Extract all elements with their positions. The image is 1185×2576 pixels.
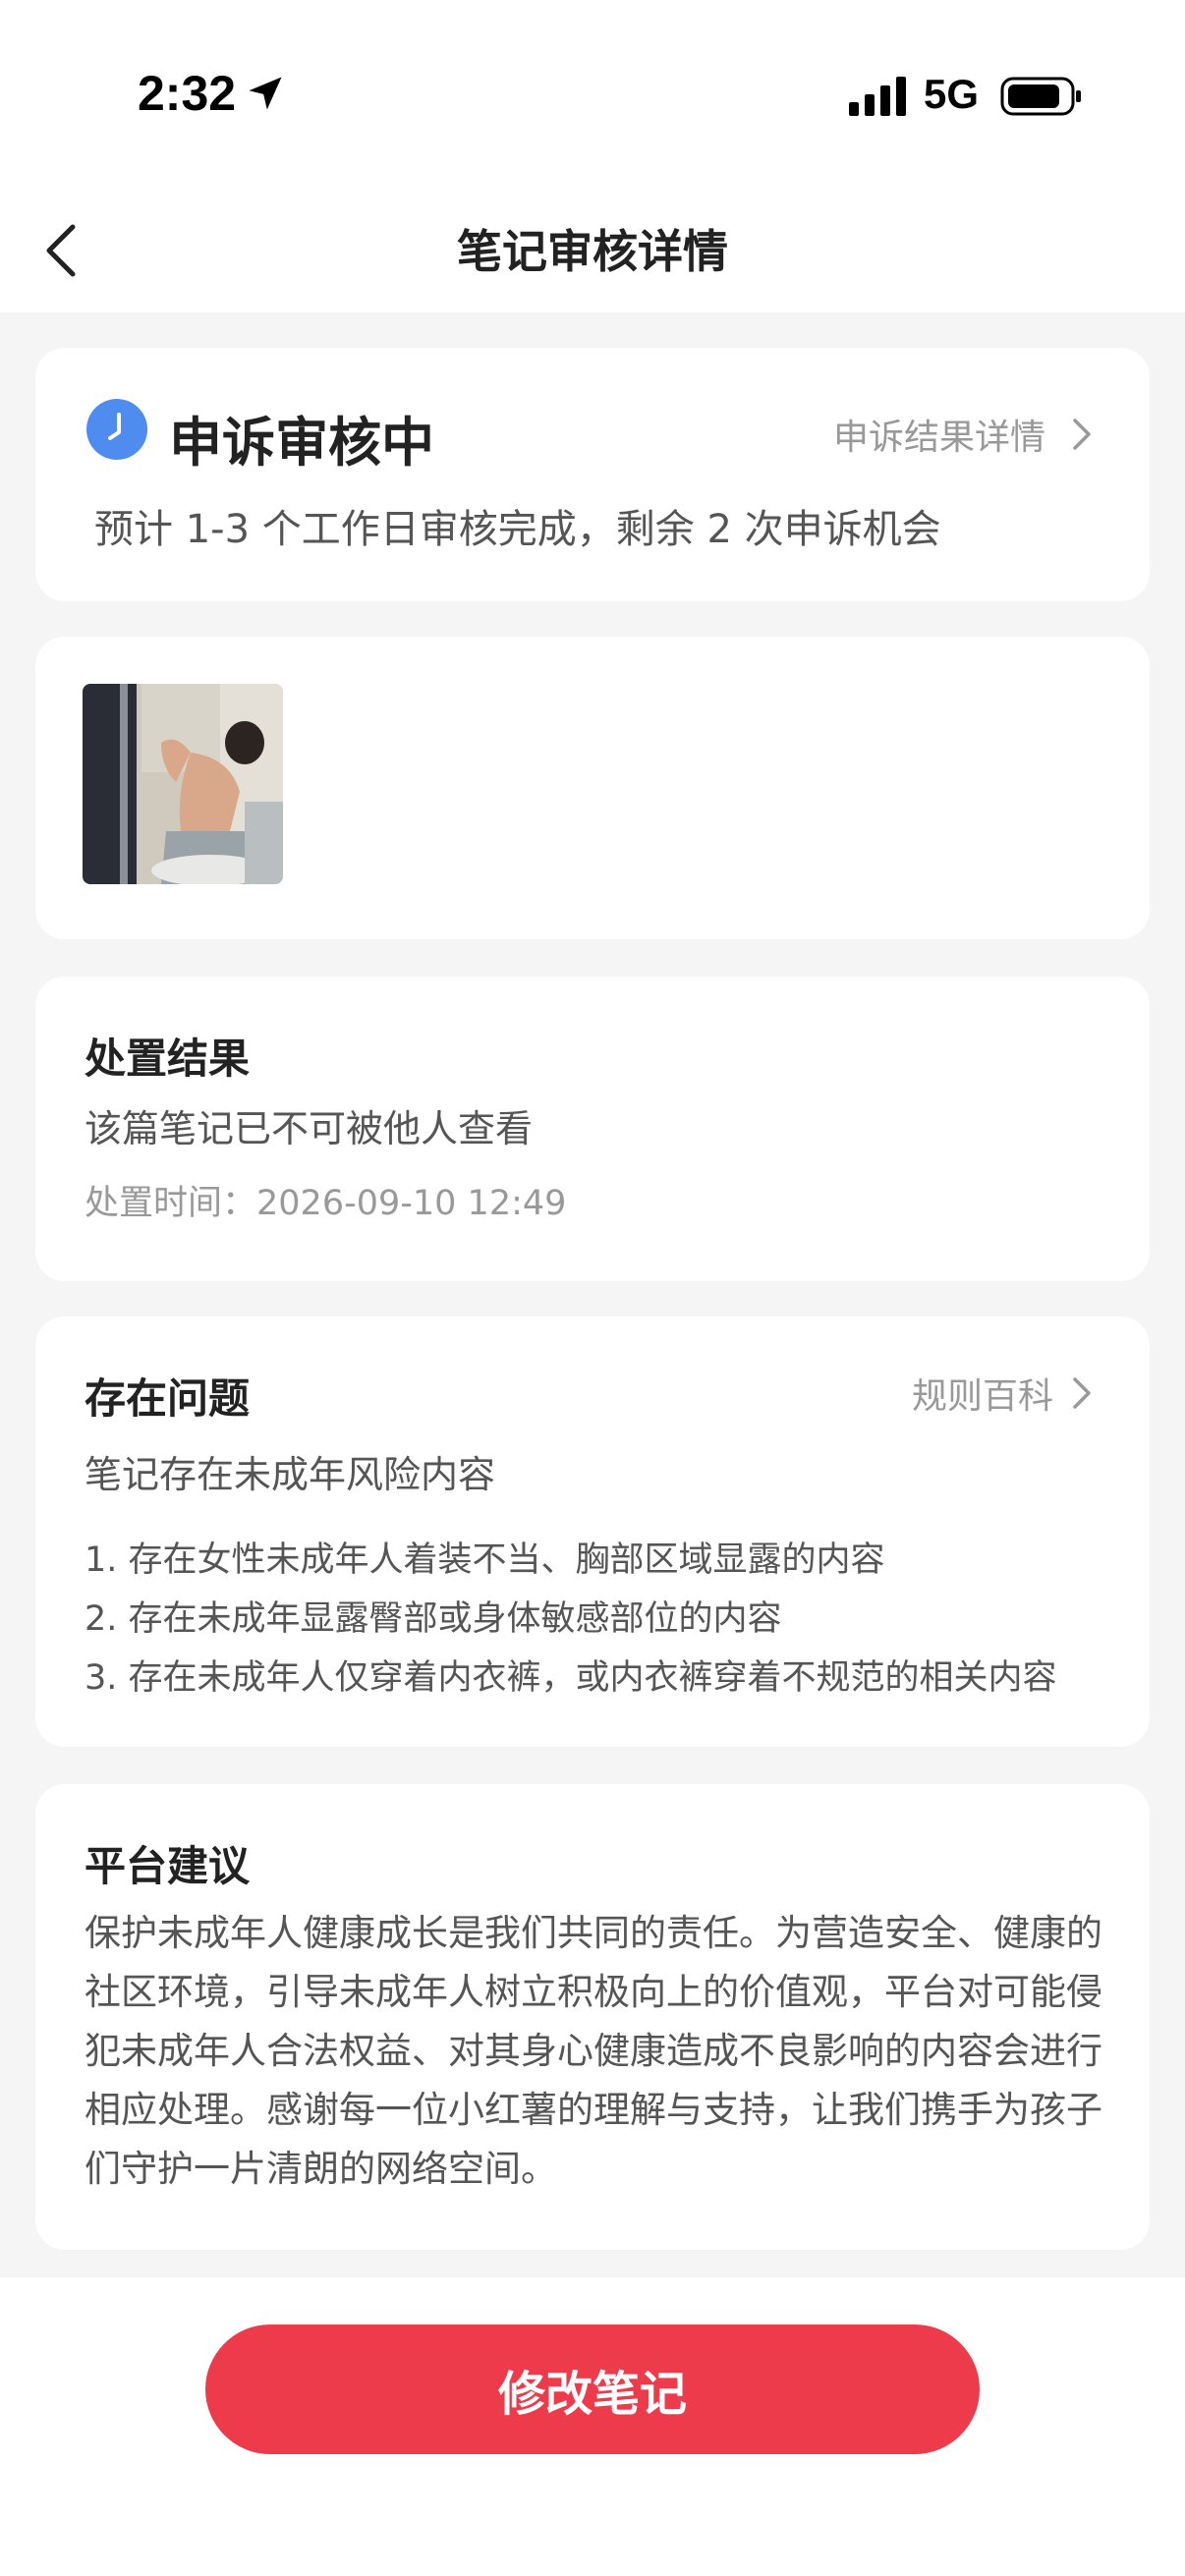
bottom-bar: 修改笔记 <box>0 2277 1185 2576</box>
list-item: 2. 存在未成年显露臀部或身体敏感部位的内容 <box>85 1599 782 1639</box>
list-item: 1. 存在女性未成年人着装不当、胸部区域显露的内容 <box>85 1540 885 1580</box>
appeal-status-description: 预计 1-3 个工作日审核完成，剩余 2 次申诉机会 <box>94 507 941 552</box>
disposal-title: 处置结果 <box>85 1035 251 1083</box>
page-title: 笔记审核详情 <box>457 225 728 278</box>
chevron-right-icon <box>1073 1377 1091 1409</box>
note-image-card <box>35 637 1150 939</box>
issues-card: 存在问题 规则百科 笔记存在未成年风险内容 1. 存在女性未成年人着装不当、胸部… <box>35 1316 1150 1747</box>
disposal-time: 处置时间：2026-09-10 12:49 <box>85 1175 566 1225</box>
cellular-signal-icon <box>849 77 906 116</box>
battery-icon <box>1000 77 1081 116</box>
appeal-result-link-label: 申诉结果详情 <box>832 418 1045 458</box>
appeal-status-title: 申诉审核中 <box>169 412 434 474</box>
clock-icon <box>86 399 147 460</box>
rules-wiki-label: 规则百科 <box>911 1376 1053 1417</box>
list-item: 3. 存在未成年人仅穿着内衣裤，或内衣裤穿着不规范的相关内容 <box>85 1658 1057 1698</box>
note-thumbnail-image <box>83 684 283 884</box>
status-time-text: 2:32 <box>138 66 237 121</box>
location-arrow-icon <box>249 77 282 110</box>
appeal-result-link[interactable]: 申诉结果详情 <box>833 409 1093 460</box>
issues-summary: 笔记存在未成年风险内容 <box>85 1453 496 1496</box>
rules-wiki-link[interactable]: 规则百科 <box>912 1368 1093 1419</box>
disposal-result-text: 该篇笔记已不可被他人查看 <box>85 1107 534 1150</box>
issues-list: 1. 存在女性未成年人着装不当、胸部区域显露的内容 2. 存在未成年显露臀部或身… <box>85 1531 1057 1708</box>
disposal-time-label: 处置时间： <box>85 1184 257 1223</box>
appeal-status-card: 申诉审核中 申诉结果详情 预计 1-3 个工作日审核完成，剩余 2 次申诉机会 <box>35 348 1150 601</box>
nav-bar: 笔记审核详情 <box>0 196 1185 312</box>
chevron-right-icon <box>1073 419 1091 450</box>
status-bar: 2:32 5G <box>0 0 1185 196</box>
status-time: 2:32 <box>138 65 287 122</box>
disposal-time-value: 2026-09-10 12:49 <box>256 1184 567 1223</box>
platform-advice-card: 平台建议 保护未成年人健康成长是我们共同的责任。为营造安全、健康的社区环境，引导… <box>35 1784 1150 2250</box>
issues-title: 存在问题 <box>85 1374 251 1423</box>
disposal-result-card: 处置结果 该篇笔记已不可被他人查看 处置时间：2026-09-10 12:49 <box>35 977 1150 1281</box>
note-thumbnail[interactable] <box>83 684 283 884</box>
edit-note-button[interactable]: 修改笔记 <box>205 2324 980 2454</box>
advice-text: 保护未成年人健康成长是我们共同的责任。为营造安全、健康的社区环境，引导未成年人树… <box>85 1912 1102 2190</box>
advice-title: 平台建议 <box>85 1842 251 1890</box>
network-type: 5G <box>924 71 980 117</box>
